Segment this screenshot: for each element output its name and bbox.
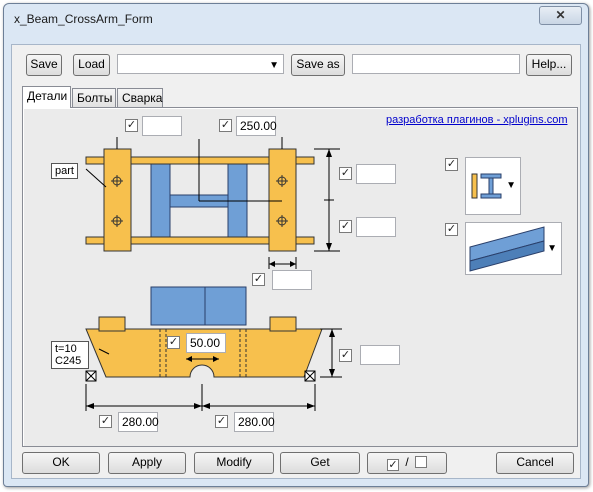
modify-button[interactable]: Modify bbox=[194, 452, 274, 474]
plate-left bbox=[103, 148, 132, 252]
chevron-down-icon: ▼ bbox=[547, 242, 557, 254]
bottom-right-checkbox[interactable]: ✓ bbox=[215, 415, 228, 428]
right-upper-field[interactable] bbox=[356, 164, 396, 184]
tab-welds[interactable]: Сварка bbox=[117, 88, 163, 108]
orientation-picker-checkbox[interactable]: ✓ bbox=[445, 223, 458, 236]
toggle-slash: / bbox=[405, 455, 409, 469]
apply-button[interactable]: Apply bbox=[108, 452, 186, 474]
tab-bolts[interactable]: Болты bbox=[72, 88, 116, 108]
plate-thickness: t=10 bbox=[55, 343, 77, 355]
top-right-checkbox[interactable]: ✓ bbox=[219, 119, 232, 132]
plate-right bbox=[268, 148, 297, 252]
dialog-window: x_Beam_CrossArm_Form ✕ Save Load ▼ Save … bbox=[3, 3, 589, 487]
cancel-button[interactable]: Cancel bbox=[496, 452, 574, 474]
elevation-center-field[interactable]: 50.00 bbox=[186, 333, 226, 353]
elevation-center-checkbox[interactable]: ✓ bbox=[167, 336, 180, 349]
bottom-right-field[interactable]: 280.00 bbox=[234, 412, 275, 432]
right-lower-checkbox[interactable]: ✓ bbox=[339, 220, 352, 233]
save-button[interactable]: Save bbox=[26, 54, 62, 76]
get-button[interactable]: Get bbox=[280, 452, 360, 474]
save-as-button[interactable]: Save as bbox=[291, 54, 345, 76]
plan-view bbox=[85, 137, 340, 269]
beam-elevation bbox=[150, 286, 247, 326]
under-plan-checkbox[interactable]: ✓ bbox=[252, 273, 265, 286]
toggle-checkboxes-button[interactable]: ✓ / bbox=[367, 452, 447, 474]
i-beam-section-icon bbox=[471, 173, 502, 199]
drawing-canvas: разработка плагинов - xplugins.com part … bbox=[24, 109, 577, 446]
title-bar: x_Beam_CrossArm_Form ✕ bbox=[4, 4, 588, 34]
orientation-picker[interactable]: ▼ bbox=[465, 222, 562, 275]
elevation-right-field[interactable] bbox=[360, 345, 400, 365]
beam-flange-left bbox=[150, 163, 171, 240]
plate-note: t=10 С245 bbox=[51, 341, 89, 369]
top-left-field[interactable] bbox=[142, 116, 182, 136]
bottom-left-field[interactable]: 280.00 bbox=[118, 412, 159, 432]
attributes-combo[interactable]: ▼ bbox=[117, 54, 284, 74]
elevation-right-checkbox[interactable]: ✓ bbox=[339, 349, 352, 362]
beam-orientation-icon bbox=[469, 226, 545, 272]
dialog-client: Save Load ▼ Save as Help... Детали Болты… bbox=[11, 44, 581, 479]
right-lower-field[interactable] bbox=[356, 217, 396, 237]
top-left-checkbox[interactable]: ✓ bbox=[125, 119, 138, 132]
profile-picker-checkbox[interactable]: ✓ bbox=[445, 158, 458, 171]
details-tab-panel: разработка плагинов - xplugins.com part … bbox=[22, 107, 578, 447]
tab-details[interactable]: Детали bbox=[22, 86, 71, 108]
close-icon: ✕ bbox=[555, 8, 566, 22]
profile-picker[interactable]: ▼ bbox=[465, 157, 521, 215]
ok-button[interactable]: OK bbox=[22, 452, 100, 474]
help-button[interactable]: Help... bbox=[526, 54, 572, 76]
checked-box-icon: ✓ bbox=[386, 459, 399, 471]
unchecked-box-icon bbox=[415, 456, 428, 468]
chevron-down-icon: ▼ bbox=[506, 180, 516, 191]
part-label: part bbox=[51, 163, 78, 179]
plate-grade: С245 bbox=[55, 355, 82, 367]
top-right-field[interactable]: 250.00 bbox=[236, 116, 277, 136]
window-title: x_Beam_CrossArm_Form bbox=[14, 12, 153, 26]
chevron-down-icon: ▼ bbox=[269, 60, 279, 71]
close-button[interactable]: ✕ bbox=[539, 6, 582, 25]
save-as-name-input[interactable] bbox=[352, 54, 520, 74]
bottom-left-checkbox[interactable]: ✓ bbox=[99, 415, 112, 428]
under-plan-field[interactable] bbox=[272, 270, 312, 290]
load-button[interactable]: Load bbox=[73, 54, 110, 76]
right-upper-checkbox[interactable]: ✓ bbox=[339, 167, 352, 180]
